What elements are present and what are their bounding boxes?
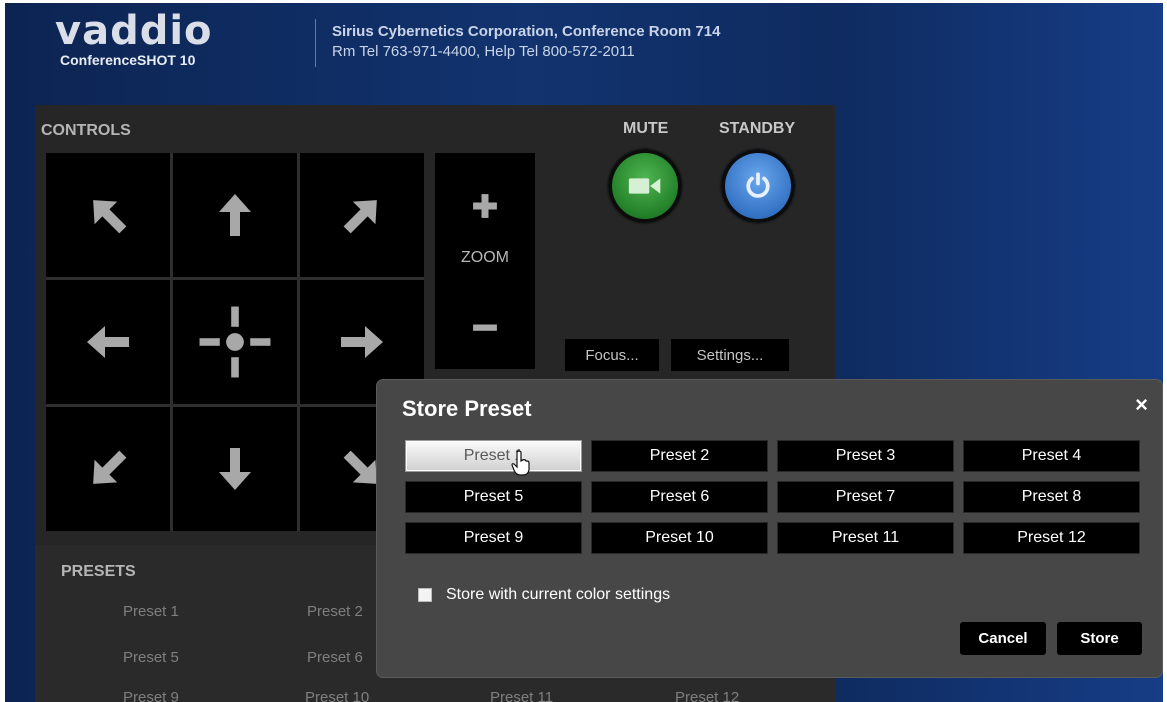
- pan-down-left-button[interactable]: [46, 407, 170, 531]
- preset-link[interactable]: Preset 12: [675, 689, 739, 702]
- preset-link[interactable]: Preset 6: [307, 649, 363, 666]
- preset-slot-button[interactable]: Preset 12: [963, 522, 1140, 554]
- mute-label: MUTE: [623, 120, 669, 137]
- plus-icon: [473, 194, 497, 218]
- arrow-down-left-icon: [93, 450, 127, 484]
- standby-label: STANDBY: [719, 120, 796, 137]
- arrow-up-right-icon: [343, 200, 377, 234]
- arrow-left-icon: [87, 326, 129, 358]
- store-button[interactable]: Store: [1057, 622, 1142, 655]
- ptz-pad: [46, 153, 424, 531]
- arrow-down-icon: [219, 448, 251, 490]
- hand-pointer-icon: [511, 450, 531, 481]
- app-window: vaddio ConferenceSHOT 10 Sirius Cybernet…: [5, 3, 1163, 702]
- mute-button[interactable]: [608, 149, 682, 223]
- header-divider: [315, 19, 316, 67]
- preset-slot-button[interactable]: Preset 3: [777, 440, 954, 472]
- video-camera-icon: [628, 178, 661, 194]
- preset-slot-button[interactable]: Preset 11: [777, 522, 954, 554]
- preset-link[interactable]: Preset 5: [123, 649, 179, 666]
- brand: vaddio ConferenceSHOT 10: [55, 11, 270, 68]
- home-crosshair-icon: [199, 306, 271, 378]
- pan-up-left-button[interactable]: [46, 153, 170, 277]
- company-room: Sirius Cybernetics Corporation, Conferen…: [332, 23, 721, 40]
- preset-slot-button[interactable]: Preset 9: [405, 522, 582, 554]
- color-settings-label: Store with current color settings: [446, 586, 671, 603]
- close-icon[interactable]: ×: [1135, 394, 1148, 416]
- standby-button[interactable]: [721, 149, 795, 223]
- dialog-title: Store Preset: [402, 396, 532, 421]
- zoom-out-button[interactable]: [460, 303, 510, 353]
- color-settings-option[interactable]: Store with current color settings: [418, 586, 670, 604]
- preset-link[interactable]: Preset 9: [123, 689, 179, 702]
- room-info: Sirius Cybernetics Corporation, Conferen…: [332, 22, 720, 62]
- minus-icon: [473, 324, 497, 331]
- preset-link[interactable]: Preset 11: [490, 689, 553, 702]
- preset-link[interactable]: Preset 1: [123, 603, 179, 620]
- zoom-control: ZOOM: [435, 153, 535, 369]
- contact-phones: Rm Tel 763-971-4400, Help Tel 800-572-20…: [332, 43, 635, 60]
- presets-heading: PRESETS: [61, 563, 136, 580]
- preset-slot-button[interactable]: Preset 4: [963, 440, 1140, 472]
- preset-slot-button[interactable]: Preset 2: [591, 440, 768, 472]
- color-settings-checkbox[interactable]: [418, 588, 432, 602]
- preset-slot-button[interactable]: Preset 10: [591, 522, 768, 554]
- pan-left-button[interactable]: [46, 280, 170, 404]
- pan-up-right-button[interactable]: [300, 153, 424, 277]
- settings-button[interactable]: Settings...: [671, 339, 789, 371]
- camera-model: ConferenceSHOT 10: [60, 52, 196, 68]
- zoom-label: ZOOM: [461, 249, 509, 266]
- tilt-up-button[interactable]: [173, 153, 297, 277]
- controls-heading: CONTROLS: [41, 122, 131, 139]
- home-button[interactable]: [173, 280, 297, 404]
- store-preset-dialog: Store Preset × Preset 1 Preset 2 Preset …: [377, 380, 1162, 677]
- vaddio-logo: vaddio: [55, 8, 213, 54]
- tilt-down-button[interactable]: [173, 407, 297, 531]
- preset-link[interactable]: Preset 2: [307, 603, 363, 620]
- focus-button[interactable]: Focus...: [565, 339, 659, 371]
- cancel-button[interactable]: Cancel: [960, 622, 1046, 655]
- arrow-right-icon: [341, 326, 383, 358]
- power-icon: [746, 172, 770, 198]
- arrow-up-left-icon: [93, 200, 127, 234]
- preset-slot-button[interactable]: Preset 6: [591, 481, 768, 513]
- preset-slot-button[interactable]: Preset 5: [405, 481, 582, 513]
- arrow-up-icon: [219, 194, 251, 236]
- preset-link[interactable]: Preset 10: [305, 689, 369, 702]
- zoom-in-button[interactable]: [460, 181, 510, 231]
- preset-slot-button[interactable]: Preset 1: [405, 440, 582, 472]
- preset-slot-button[interactable]: Preset 8: [963, 481, 1140, 513]
- preset-slot-button[interactable]: Preset 7: [777, 481, 954, 513]
